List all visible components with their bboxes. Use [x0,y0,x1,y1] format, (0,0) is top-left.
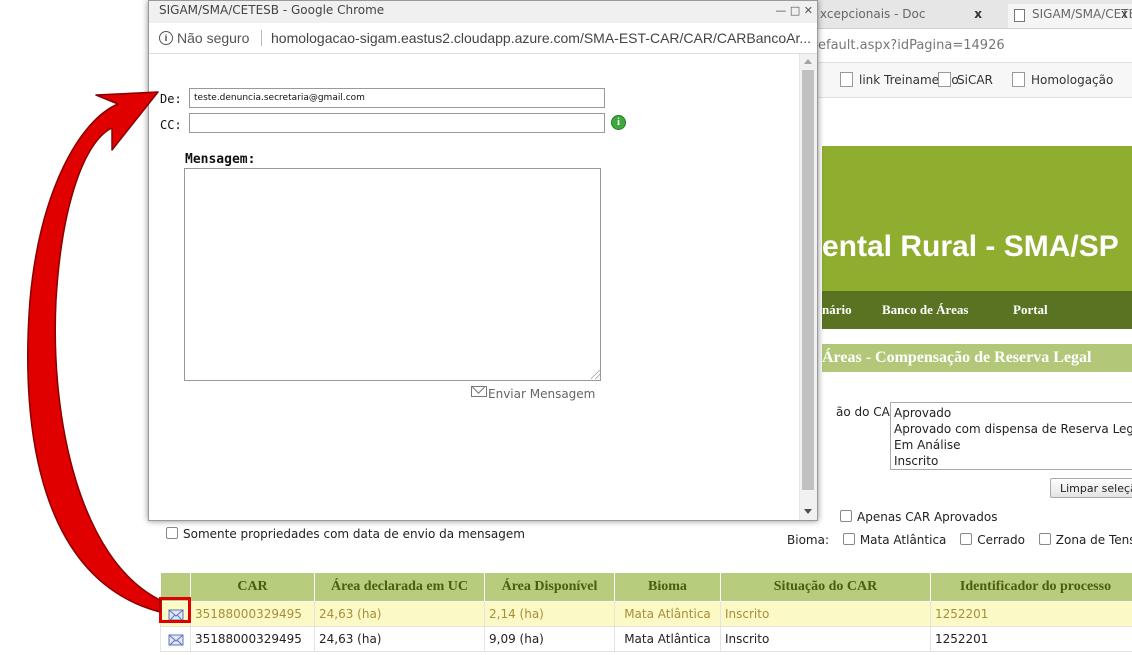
bookmark-page-icon [938,72,951,87]
resize-handle[interactable] [591,370,600,379]
browser-tab-sigam[interactable]: SIGAM/SMA/CETESB x [1008,4,1132,28]
bioma-option-cerrado[interactable]: Cerrado [960,533,1025,547]
info-icon[interactable]: i [159,31,173,45]
area-declarada-cell: 24,63 (ha) [314,626,485,652]
site-banner [822,146,1132,291]
background-tab-bar: xcepcionais - Doc x SIGAM/SMA/CETESB x [790,0,1132,29]
somente-propriedades-option[interactable]: Somente propriedades com data de envio d… [166,527,525,541]
table-row[interactable]: 35188000329495 24,63 (ha) 9,09 (ha) Mata… [160,626,1132,652]
message-form: De: teste.denuncia.secretaria@gmail.com … [149,54,801,520]
bioma-checkbox[interactable] [842,533,855,545]
send-mail-cell[interactable] [160,601,191,627]
nav-item-banco-de-areas[interactable]: Banco de Áreas [882,302,968,318]
address-bar[interactable]: efault.aspx?idPagina=14926 [790,29,1132,63]
mensagem-label: Mensagem: [185,152,256,167]
listbox-option[interactable]: Inscrito [894,453,1132,469]
car-cell: 35188000329495 [190,626,315,652]
listbox-option[interactable]: Aprovado [894,405,1132,421]
situacao-listbox[interactable]: Aprovado Aprovado com dispensa de Reserv… [890,402,1132,470]
browser-tab-documento[interactable]: xcepcionais - Doc x [820,4,1000,28]
scroll-down-arrow-icon[interactable] [804,509,812,514]
nav-item-usuario[interactable]: nário [822,302,852,318]
cc-label: CC: [160,118,182,132]
envelope-icon [471,386,487,397]
window-controls[interactable]: — □ ✕ [775,4,813,17]
bookmark-page-icon [840,72,853,87]
send-mail-cell[interactable] [160,626,191,652]
bioma-checkbox[interactable] [960,533,973,545]
situacao-cell: Inscrito [720,601,931,627]
site-nav: nário Banco de Áreas Portal [822,291,1132,329]
popup-title-bar[interactable]: SIGAM/SMA/CETESB - Google Chrome — □ ✕ [149,1,817,23]
bioma-option-zona-de-tensao[interactable]: Zona de Tensão [1038,533,1132,547]
address-text: efault.aspx?idPagina=14926 [818,38,1005,53]
column-header[interactable]: Área declarada em UC [314,572,485,602]
close-tab-icon[interactable]: x [974,4,982,24]
url-divider [261,30,262,46]
bookmark-sicar[interactable]: SiCAR [938,63,993,97]
scrollbar-thumb[interactable] [802,70,814,490]
popup-window-title: SIGAM/SMA/CETESB - Google Chrome [159,3,385,17]
security-status[interactable]: Não seguro [177,23,249,53]
site-title: ental Rural - SMA/SP [822,230,1119,263]
listbox-option[interactable]: Aprovado com dispensa de Reserva Legal [894,421,1132,437]
enviar-mensagem-button[interactable]: Enviar Mensagem [471,386,595,401]
column-header[interactable]: Bioma [614,572,721,602]
nav-item-portal[interactable]: Portal [1013,302,1048,318]
somente-propriedades-checkbox[interactable] [166,527,178,539]
situacao-filter-label: ão do CAR [836,405,899,419]
popup-browser-window: SIGAM/SMA/CETESB - Google Chrome — □ ✕ i… [148,0,818,521]
scroll-up-arrow-icon[interactable] [804,59,812,64]
car-cell: 35188000329495 [190,601,315,627]
bookmark-homologacao[interactable]: Homologação [1012,63,1113,97]
results-table: CAR Área declarada em UC Área Disponível… [160,572,1132,652]
apenas-car-checkbox[interactable] [840,510,852,522]
bioma-cell: Mata Atlântica [614,601,721,627]
tab-title: SIGAM/SMA/CETESB [1032,7,1132,21]
bioma-option-mata-atlantica[interactable]: Mata Atlântica [842,533,946,547]
popup-scrollbar[interactable] [799,54,817,520]
identificador-cell: 1252201 [930,601,1132,627]
listbox-option[interactable]: Em Análise [894,437,1132,453]
limpar-selecao-button[interactable]: Limpar seleção [1050,478,1132,498]
cc-field[interactable] [189,113,605,133]
help-info-icon[interactable]: i [611,115,626,130]
de-field[interactable]: teste.denuncia.secretaria@gmail.com [189,88,605,108]
situacao-cell: Inscrito [720,626,931,652]
apenas-car-aprovados-option[interactable]: Apenas CAR Aprovados [840,510,997,524]
de-label: De: [160,92,182,106]
area-disponivel-cell: 2,14 (ha) [484,601,615,627]
identificador-cell: 1252201 [930,626,1132,652]
send-mail-icon[interactable] [168,632,184,646]
bioma-checkbox[interactable] [1038,533,1051,545]
column-header[interactable]: Identificador do processo [930,572,1132,602]
tab-title: xcepcionais - Doc [820,7,926,21]
column-header[interactable]: CAR [190,572,315,602]
column-header [160,572,191,602]
column-header[interactable]: Área Disponível [484,572,615,602]
bookmarks-bar: link Treinamento SiCAR Homologação [790,63,1132,98]
popup-url[interactable]: homologacao-sigam.eastus2.cloudapp.azure… [271,23,811,53]
table-header-row: CAR Área declarada em UC Área Disponível… [160,572,1132,602]
table-row[interactable]: 35188000329495 24,63 (ha) 2,14 (ha) Mata… [160,601,1132,627]
mensagem-textarea[interactable] [184,168,601,381]
bookmark-page-icon [1012,72,1025,87]
column-header[interactable]: Situação do CAR [720,572,931,602]
page-icon [1014,9,1025,22]
area-declarada-cell: 24,63 (ha) [314,601,485,627]
arrow-shaft [27,91,161,613]
bioma-label: Bioma: [787,533,829,547]
bioma-filter: Bioma: Mata Atlântica Cerrado Zona de Te… [787,533,1132,547]
area-disponivel-cell: 9,09 (ha) [484,626,615,652]
bioma-cell: Mata Atlântica [614,626,721,652]
popup-address-bar[interactable]: i Não seguro homologacao-sigam.eastus2.c… [149,23,817,54]
send-mail-icon[interactable] [168,607,184,621]
section-title: Áreas - Compensação de Reserva Legal [822,344,1132,372]
close-tab-icon[interactable]: x [1121,4,1128,24]
